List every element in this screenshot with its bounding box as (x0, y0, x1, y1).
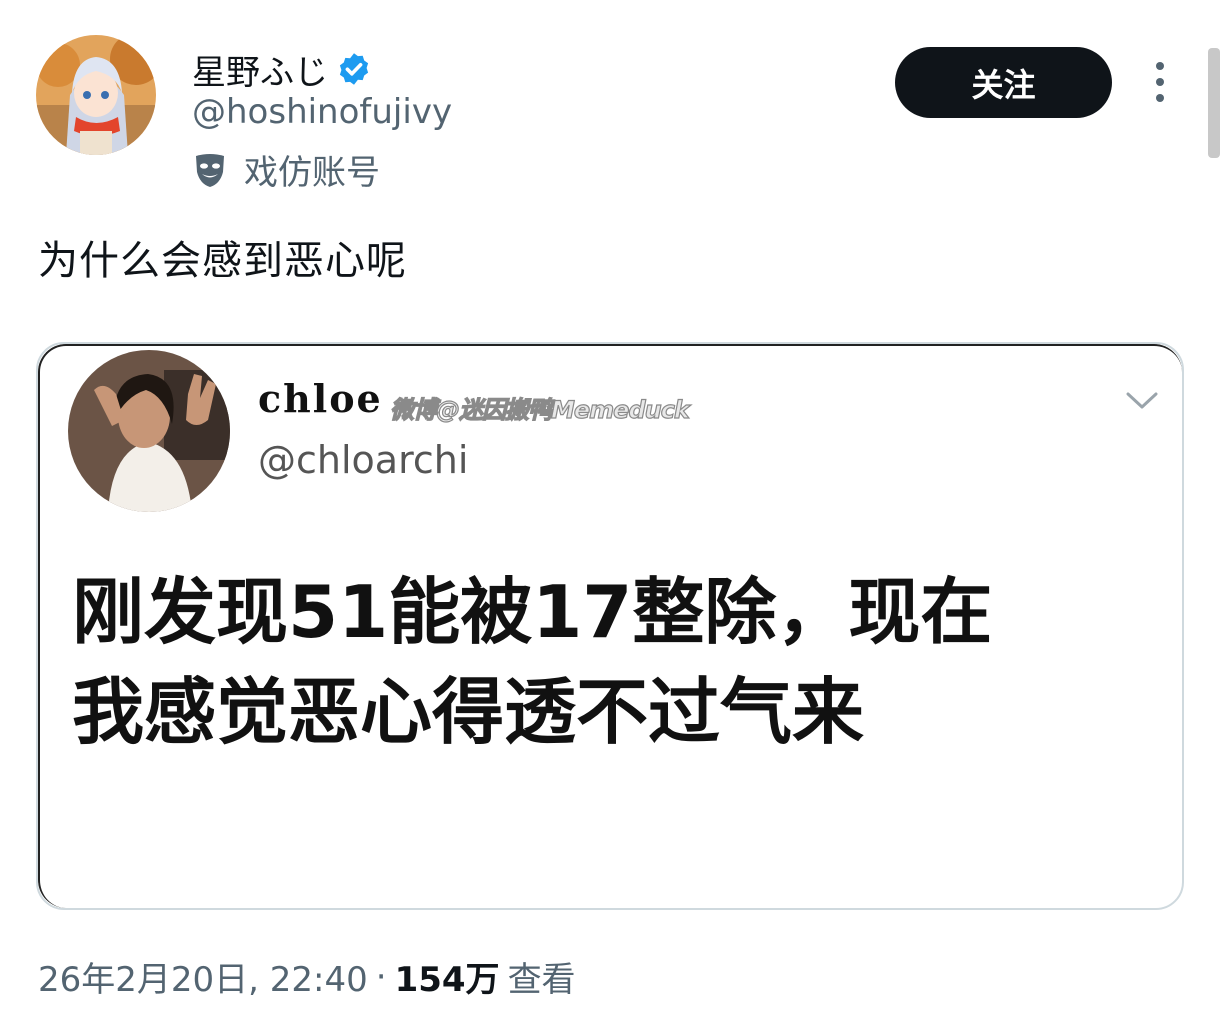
embedded-avatar (68, 350, 230, 512)
tweet-media-image[interactable]: chloe 微博@迷因搬鸭Memeduck @chloarchi 刚发现51能被… (36, 342, 1184, 910)
watermark-text: 微博@迷因搬鸭Memeduck (389, 395, 690, 424)
parody-account-label[interactable]: 戏仿账号 (190, 145, 380, 194)
author-name-row: 星野ふじ (192, 44, 372, 94)
embedded-body-line-2: 我感觉恶心得透不过气来 (72, 670, 865, 754)
tweet-meta: 26年2月20日, 22:40 · 154万 查看 (38, 952, 576, 1001)
author-avatar[interactable] (36, 35, 156, 155)
embedded-body-text: 刚发现51能被17整除，现在 我感觉恶心得透不过气来 (72, 562, 1172, 762)
follow-button[interactable]: 关注 (895, 47, 1112, 118)
tweet-timestamp[interactable]: 26年2月20日, 22:40 (38, 952, 368, 1001)
embedded-name: chloe (258, 376, 383, 421)
more-options-icon[interactable] (1148, 62, 1172, 102)
embedded-body-line-1: 刚发现51能被17整除，现在 (72, 570, 993, 654)
scrollbar-thumb[interactable] (1208, 48, 1220, 158)
views-count: 154万 (394, 960, 500, 1000)
chevron-down-icon (1126, 392, 1158, 409)
tweet-text: 为什么会感到恶心呢 (38, 238, 407, 284)
author-handle[interactable]: @hoshinofujivy (192, 92, 452, 132)
author-display-name[interactable]: 星野ふじ (192, 45, 328, 94)
embedded-handle: @chloarchi (258, 438, 469, 482)
views-label: 查看 (507, 960, 576, 1000)
parody-mask-icon (196, 153, 224, 187)
meta-separator: · (375, 956, 387, 997)
parody-label-text: 戏仿账号 (244, 153, 380, 193)
verified-badge-icon (339, 53, 369, 85)
